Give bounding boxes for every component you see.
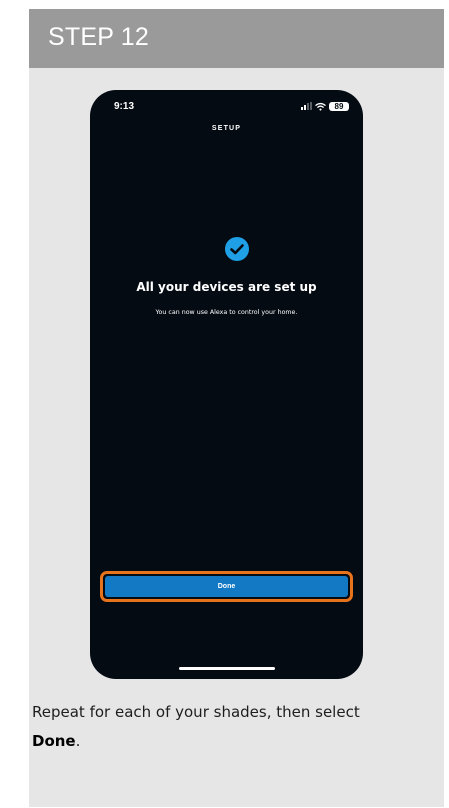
- done-button-highlight: Done: [100, 571, 353, 602]
- screen-title: SETUP: [211, 125, 242, 132]
- instruction-text: Repeat for each of your shades, then sel…: [32, 698, 392, 756]
- phone-screenshot: 9:13 89 SETUP All your devices are set u…: [90, 90, 363, 679]
- status-icons: 89: [301, 100, 349, 112]
- instruction-text-before: Repeat for each of your shades, then sel…: [32, 703, 360, 721]
- home-indicator: [179, 667, 275, 670]
- step-header: STEP 12: [29, 9, 444, 68]
- status-time: 9:13: [114, 101, 135, 112]
- battery-icon: 89: [329, 101, 349, 111]
- done-button[interactable]: Done: [105, 576, 348, 597]
- signal-icon: [301, 102, 312, 110]
- instruction-text-after: .: [75, 732, 81, 750]
- instruction-emphasis: Done: [32, 732, 76, 750]
- success-subtitle: You can now use Alexa to control your ho…: [155, 309, 298, 316]
- step-card: STEP 12 9:13 89 SETUP All your devices a…: [29, 9, 444, 807]
- wifi-icon: [315, 102, 326, 111]
- check-circle-icon: [225, 237, 249, 261]
- success-heading: All your devices are set up: [136, 280, 317, 294]
- step-title: STEP 12: [48, 23, 149, 51]
